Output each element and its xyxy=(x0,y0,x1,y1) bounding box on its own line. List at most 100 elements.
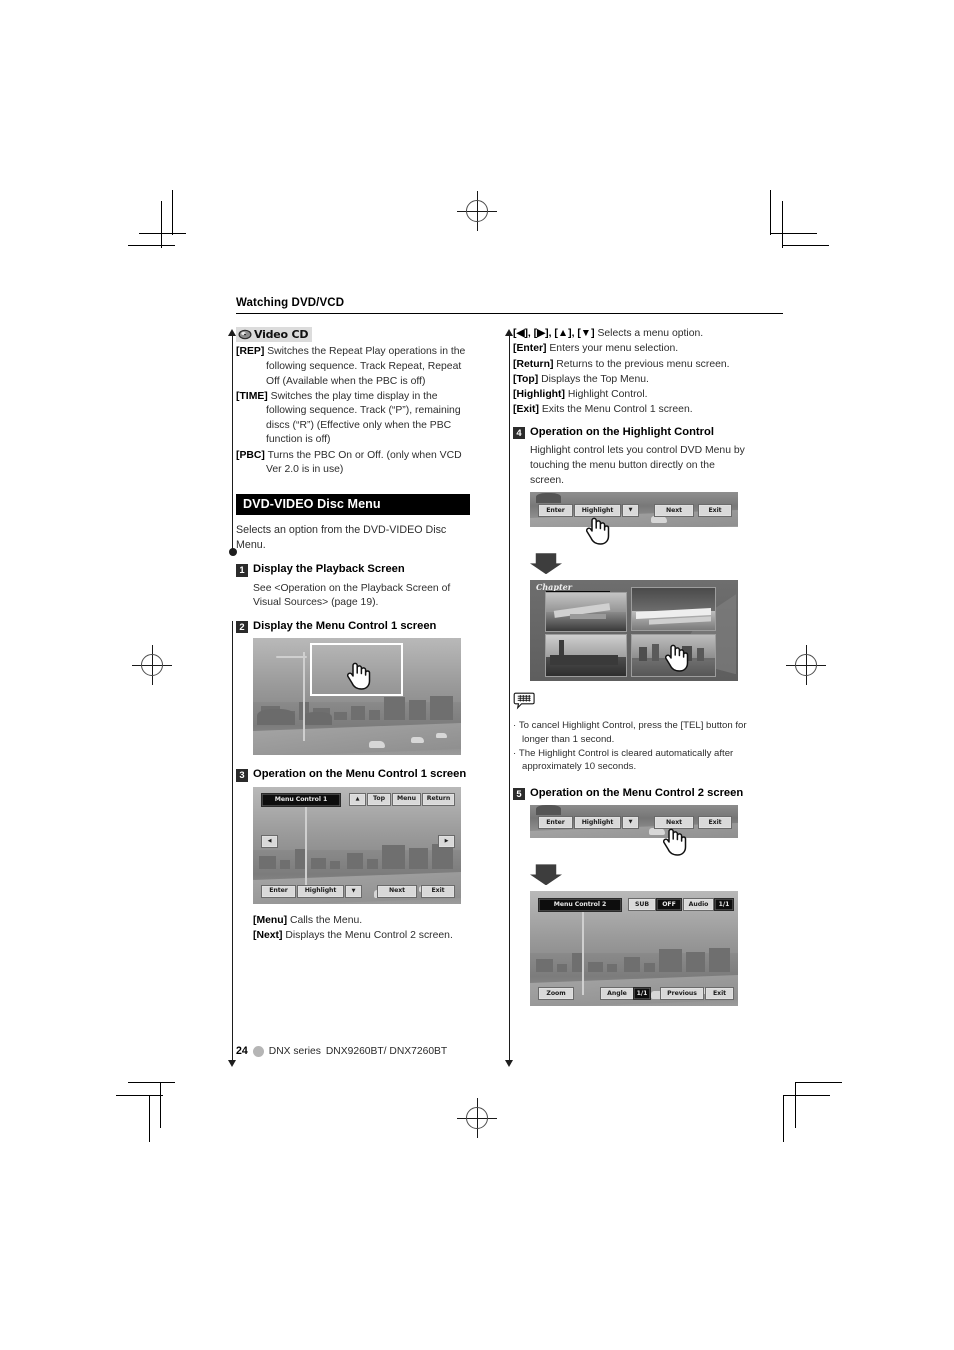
definition-text: Displays the Menu Control 2 screen. xyxy=(285,930,453,942)
definition-key: [Exit] xyxy=(513,403,539,415)
definition-key: [Next] xyxy=(253,930,283,942)
definition-text: Exits the Menu Control 1 screen. xyxy=(541,403,693,415)
step-4: 4 Operation on the Highlight Control xyxy=(513,425,747,440)
running-head: Watching DVD/VCD xyxy=(236,297,345,309)
screen-button-down[interactable]: ▼ xyxy=(622,504,639,518)
step-3-key-definitions: [Menu] Calls the Menu. [Next] Displays t… xyxy=(236,914,470,944)
definition-key: [TIME] xyxy=(236,390,268,402)
screen-button-top[interactable]: Top xyxy=(367,792,391,806)
definition-key: [Enter] xyxy=(513,343,547,355)
definition-key: [REP] xyxy=(236,346,265,358)
right-column: [◀], [▶], [▲], [▼] Selects a menu option… xyxy=(505,327,747,1068)
registration-mark-bottom xyxy=(457,1098,497,1138)
note-text: To cancel Highlight Control, press the [… xyxy=(518,720,747,745)
definition-row: [◀], [▶], [▲], [▼] Selects a menu option… xyxy=(513,327,747,342)
touch-area-box xyxy=(310,643,403,697)
definition-text: Switches the play time display in the fo… xyxy=(266,390,461,446)
page-number: 24 xyxy=(236,1045,248,1057)
flow-arrow-down-icon xyxy=(530,864,562,886)
step-4-body: Highlight control lets you control DVD M… xyxy=(530,445,745,486)
step-5: 5 Operation on the Menu Control 2 screen xyxy=(513,786,747,801)
screen-button-highlight[interactable]: Highlight xyxy=(574,816,621,830)
definition-key: [◀], [▶], [▲], [▼] xyxy=(513,328,595,340)
definition-text: Calls the Menu. xyxy=(289,914,363,926)
two-column-layout: Video CD [REP] Switches the Repeat Play … xyxy=(228,327,783,1068)
disc-icon xyxy=(238,330,252,340)
registration-mark-right xyxy=(786,645,826,685)
screen-button-sub[interactable]: SUB xyxy=(628,898,656,912)
definition-text: Displays the Top Menu. xyxy=(541,373,649,385)
chapter-thumbnail[interactable] xyxy=(631,634,716,678)
figure-playback-screen xyxy=(253,638,461,756)
footer-bullet-icon xyxy=(252,1045,264,1057)
screen-value-off: OFF xyxy=(656,898,682,912)
page-content: Watching DVD/VCD Video CD [REP] Switches… xyxy=(228,297,783,1068)
definition-key: [Return] xyxy=(513,358,554,370)
chapter-thumbnail[interactable] xyxy=(631,587,716,632)
figure-menu-control-2-screen: Menu Control 2 SUB OFF Audio 1/1 Zoom An… xyxy=(530,891,738,1007)
step-heading: Operation on the Menu Control 1 screen xyxy=(253,768,467,781)
screen-button-enter[interactable]: Enter xyxy=(261,884,296,898)
step-number: 2 xyxy=(236,620,248,634)
step-1: 1 Display the Playback Screen xyxy=(236,562,470,577)
screen-button-exit[interactable]: Exit xyxy=(705,987,734,1001)
left-column: Video CD [REP] Switches the Repeat Play … xyxy=(228,327,470,1068)
notes-list: · To cancel Highlight Control, press the… xyxy=(513,719,747,774)
screen-button-down[interactable]: ▼ xyxy=(622,816,639,830)
screen-button-enter[interactable]: Enter xyxy=(538,816,573,830)
screen-button-previous[interactable]: Previous xyxy=(660,987,704,1001)
screen-button-next[interactable]: Next xyxy=(654,504,694,518)
section-heading-dvd-video-disc-menu: DVD-VIDEO Disc Menu xyxy=(236,494,470,516)
screen-button-zoom[interactable]: Zoom xyxy=(538,987,574,1001)
step-1-body: See <Operation on the Playback Screen of… xyxy=(253,582,451,609)
screen-button-next[interactable]: Next xyxy=(377,884,417,898)
footer-models: DNX9260BT/ DNX7260BT xyxy=(325,1045,448,1057)
screen-button-highlight[interactable]: Highlight xyxy=(574,504,621,518)
screen-button-next[interactable]: Next xyxy=(654,816,694,830)
flow-bar-left xyxy=(228,329,237,557)
printed-page: Watching DVD/VCD Video CD [REP] Switches… xyxy=(0,0,954,1350)
definition-row: [Exit] Exits the Menu Control 1 screen. xyxy=(513,403,747,418)
screen-button-menu[interactable]: Menu xyxy=(392,792,421,806)
step-heading: Display the Menu Control 1 screen xyxy=(253,619,437,632)
screen-button-exit[interactable]: Exit xyxy=(698,504,732,518)
crop-mark-bottom-left xyxy=(116,1082,178,1142)
crop-mark-bottom-right xyxy=(782,1082,842,1142)
screen-button-exit[interactable]: Exit xyxy=(698,816,732,830)
definition-row: [Return] Returns to the previous menu sc… xyxy=(513,358,747,373)
menu-control-key-definitions: [◀], [▶], [▲], [▼] Selects a menu option… xyxy=(513,327,747,417)
screen-button-enter[interactable]: Enter xyxy=(538,504,573,518)
screen-button-audio[interactable]: Audio xyxy=(683,898,714,912)
definition-text: Highlight Control. xyxy=(567,388,648,400)
screen-button-right[interactable]: ▶ xyxy=(438,834,455,848)
figure-chapter-highlight-screen: Chapter Highlight On xyxy=(530,580,738,682)
screen-button-left[interactable]: ◀ xyxy=(261,834,278,848)
definition-key: [Highlight] xyxy=(513,388,565,400)
screen-value-angle: 1/1 xyxy=(633,987,651,1001)
definition-row: [Top] Displays the Top Menu. xyxy=(513,373,747,388)
screen-button-return[interactable]: Return xyxy=(422,792,455,806)
note-item: · The Highlight Control is cleared autom… xyxy=(513,747,747,774)
screen-button-angle[interactable]: Angle xyxy=(600,987,634,1001)
screen-button-down[interactable]: ▼ xyxy=(345,884,362,898)
chapter-thumbnail[interactable] xyxy=(545,592,627,633)
step-number: 1 xyxy=(236,564,248,577)
screen-button-exit[interactable]: Exit xyxy=(421,884,455,898)
step-heading: Operation on the Menu Control 2 screen xyxy=(530,786,744,799)
step-number: 4 xyxy=(513,426,525,440)
definition-text: Selects a menu option. xyxy=(597,328,704,340)
screen-button-up[interactable]: ▲ xyxy=(349,792,366,806)
definition-text: Returns to the previous menu screen. xyxy=(556,358,730,370)
definition-key: [PBC] xyxy=(236,449,265,461)
registration-mark-top xyxy=(457,191,497,231)
screen-button-highlight[interactable]: Highlight xyxy=(297,884,344,898)
section-intro: Selects an option from the DVD-VIDEO Dis… xyxy=(236,524,447,552)
definition-text: Enters your menu selection. xyxy=(549,343,679,355)
definition-key: [Menu] xyxy=(253,914,288,926)
footer-series: DNX series xyxy=(268,1045,321,1057)
step-number: 3 xyxy=(236,769,248,782)
flow-bar-left-lower xyxy=(228,615,237,1068)
chapter-thumbnail[interactable] xyxy=(545,634,627,678)
running-head-rule xyxy=(236,313,783,315)
definition-row: [Enter] Enters your menu selection. xyxy=(513,342,747,357)
